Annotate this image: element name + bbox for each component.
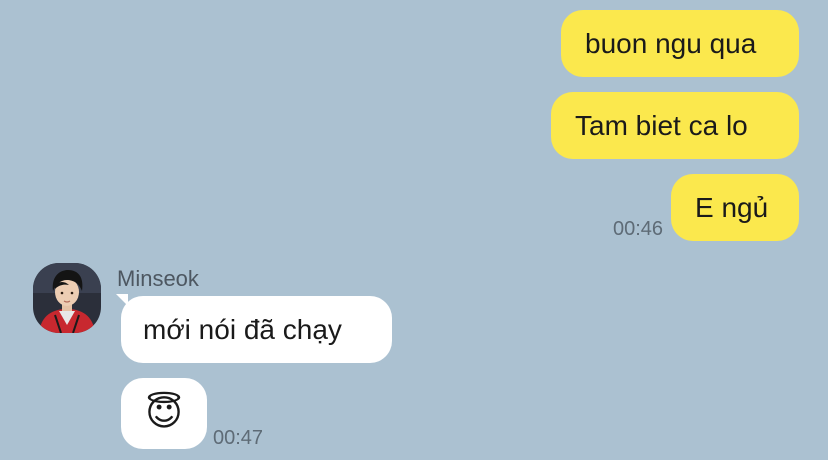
- sender-name: Minseok: [117, 266, 199, 291]
- message-text: E ngủ: [695, 191, 769, 223]
- outgoing-message-bubble[interactable]: E ngủ: [671, 174, 799, 241]
- incoming-message-bubble[interactable]: 😇: [121, 378, 207, 449]
- avatar[interactable]: [33, 263, 101, 333]
- smiling-face-with-halo-icon: 😇: [145, 392, 183, 434]
- message-text: buon ngu qua: [585, 27, 757, 59]
- profile-photo-icon: [33, 263, 101, 333]
- incoming-message-bubble[interactable]: mới nói đã chạy: [121, 296, 392, 363]
- outgoing-message-bubble[interactable]: buon ngu qua: [561, 10, 799, 77]
- message-timestamp: 00:47: [213, 427, 264, 449]
- message-text: Tam biet ca lo: [575, 109, 748, 141]
- message-text: mới nói đã chạy: [143, 313, 342, 345]
- outgoing-message-bubble[interactable]: Tam biet ca lo: [551, 92, 799, 159]
- message-timestamp: 00:46: [613, 218, 664, 240]
